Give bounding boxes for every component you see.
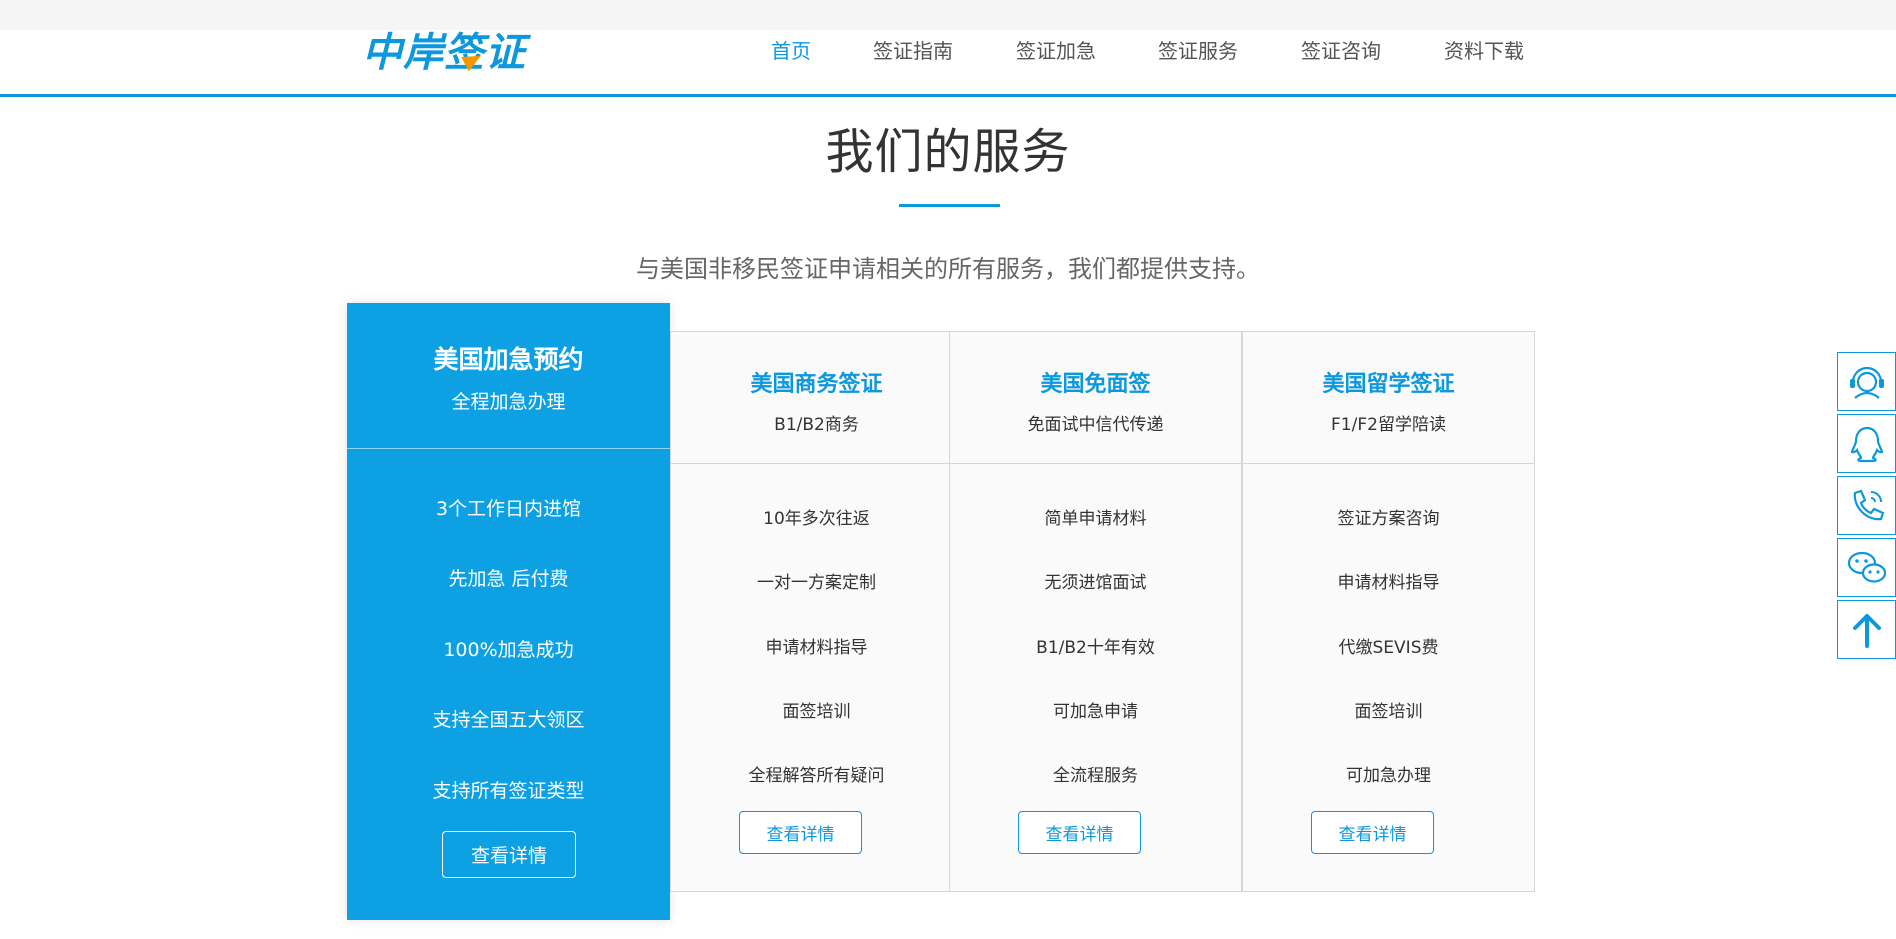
card-feature-item: 可加急申请 <box>1053 702 1138 722</box>
card-feature-item: 全流程服务 <box>1053 766 1138 786</box>
card-title: 美国免面签 <box>1040 372 1151 397</box>
featured-feature-item: 支持所有签证类型 <box>432 780 585 802</box>
phone-button[interactable] <box>1837 476 1896 535</box>
section-subtitle: 与美国非移民签证申请相关的所有服务，我们都提供支持。 <box>636 255 1260 283</box>
card-feature-item: 面签培训 <box>782 702 851 722</box>
card-title: 美国商务签证 <box>750 372 883 397</box>
card-subtitle: B1/B2商务 <box>774 415 859 435</box>
card-subtitle: 免面试中信代传递 <box>1027 415 1164 435</box>
card-header: 美国留学签证 F1/F2留学陪读 <box>1243 332 1534 464</box>
card-feature-item: 简单申请材料 <box>1044 509 1147 529</box>
card-feature-item: 申请材料指导 <box>1337 573 1440 593</box>
card-feature-item: 全程解答所有疑问 <box>748 766 885 786</box>
featured-title: 美国加急预约 <box>433 345 584 374</box>
featured-feature-item: 3个工作日内进馆 <box>435 498 582 520</box>
featured-feature-item: 先加急 后付费 <box>448 568 569 590</box>
nav-visa-services[interactable]: 签证服务 <box>1158 35 1238 64</box>
featured-details-button[interactable]: 查看详情 <box>442 831 576 878</box>
card-details-button[interactable]: 查看详情 <box>1311 811 1434 854</box>
nav-visa-consult[interactable]: 签证咨询 <box>1301 35 1381 64</box>
customer-service-button[interactable] <box>1837 352 1896 411</box>
card-subtitle: F1/F2留学陪读 <box>1331 415 1446 435</box>
site-header: 中岸签证 首页 签证指南 签证加急 签证服务 签证咨询 资料下载 <box>0 0 1896 97</box>
card-feature-item: 10年多次往返 <box>763 509 870 529</box>
service-card-student: 美国留学签证 F1/F2留学陪读 签证方案咨询 申请材料指导 代缴SEVIS费 … <box>1242 331 1535 892</box>
card-feature-item: 面签培训 <box>1354 702 1423 722</box>
card-header: 美国商务签证 B1/B2商务 <box>671 332 962 464</box>
featured-divider <box>347 448 670 449</box>
back-to-top-button[interactable] <box>1837 600 1896 659</box>
back-to-top-icon <box>1852 613 1881 648</box>
card-feature-item: 申请材料指导 <box>765 638 868 658</box>
nav-downloads[interactable]: 资料下载 <box>1444 35 1524 64</box>
featured-feature-item: 支持全国五大领区 <box>432 709 585 731</box>
wechat-button[interactable] <box>1837 538 1896 597</box>
nav-visa-guide[interactable]: 签证指南 <box>873 35 953 64</box>
site-logo[interactable]: 中岸签证 <box>362 28 526 76</box>
customer-service-icon <box>1849 366 1884 399</box>
card-feature-item: B1/B2十年有效 <box>1036 638 1155 658</box>
qq-button[interactable] <box>1837 414 1896 473</box>
featured-feature-item: 100%加急成功 <box>443 639 574 661</box>
nav-visa-expedite[interactable]: 签证加急 <box>1016 35 1096 64</box>
card-feature-item: 无须进馆面试 <box>1044 573 1147 593</box>
card-header: 美国免面签 免面试中信代传递 <box>950 332 1241 464</box>
qq-icon <box>1850 426 1883 462</box>
card-feature-item: 签证方案咨询 <box>1337 509 1440 529</box>
nav-home[interactable]: 首页 <box>771 35 811 64</box>
service-card-business: 美国商务签证 B1/B2商务 10年多次往返 一对一方案定制 申请材料指导 面签… <box>670 331 963 892</box>
title-underline <box>899 204 1000 207</box>
featured-subtitle: 全程加急办理 <box>451 391 566 413</box>
card-feature-item: 代缴SEVIS费 <box>1338 638 1439 658</box>
wechat-icon <box>1847 551 1886 583</box>
section-title: 我们的服务 <box>825 124 1071 180</box>
card-feature-item: 一对一方案定制 <box>757 573 876 593</box>
card-details-button[interactable]: 查看详情 <box>739 811 862 854</box>
card-feature-item: 可加急办理 <box>1346 766 1431 786</box>
service-card-interview-waiver: 美国免面签 免面试中信代传递 简单申请材料 无须进馆面试 B1/B2十年有效 可… <box>949 331 1242 892</box>
phone-icon <box>1853 489 1884 520</box>
card-details-button[interactable]: 查看详情 <box>1018 811 1141 854</box>
card-title: 美国留学签证 <box>1322 372 1455 397</box>
logo-text: 中岸签证 <box>362 30 526 76</box>
featured-service-card: 美国加急预约 全程加急办理 3个工作日内进馆 先加急 后付费 100%加急成功 … <box>347 303 670 920</box>
